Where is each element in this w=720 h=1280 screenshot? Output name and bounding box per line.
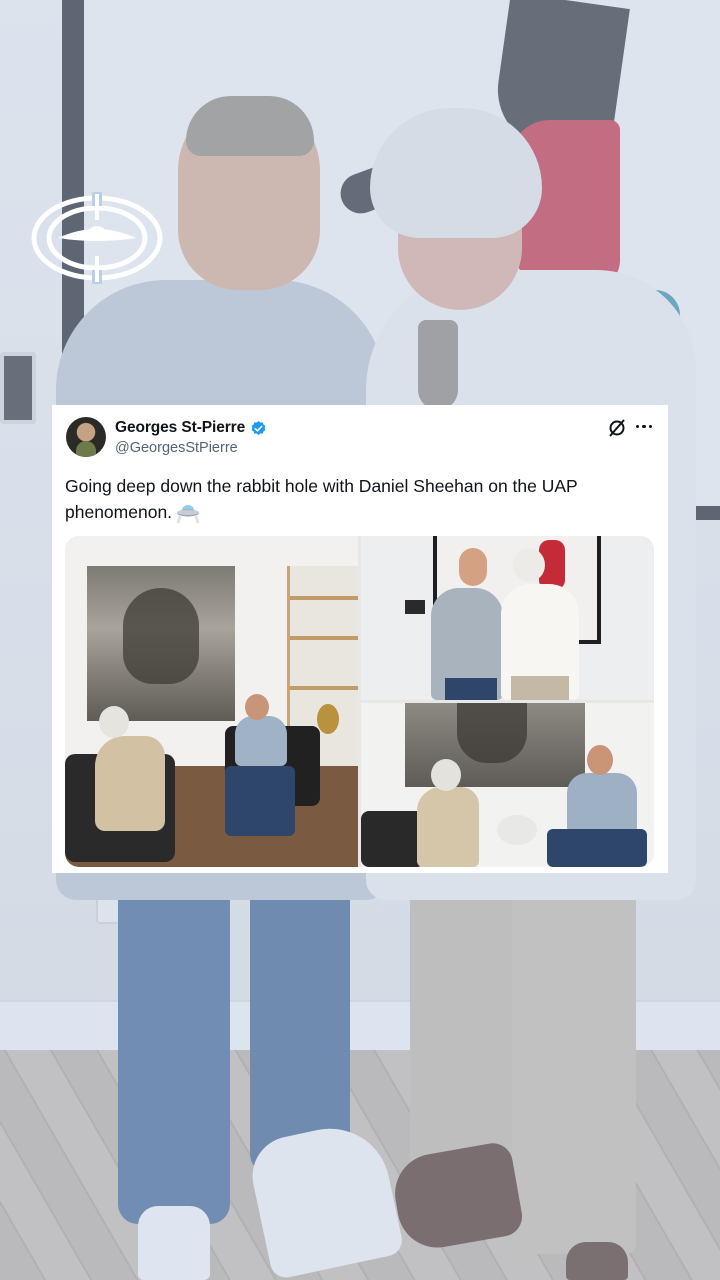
black-sofa (361, 811, 425, 867)
man-in-suit (417, 787, 479, 867)
wall-panel (405, 600, 425, 614)
author-avatar[interactable] (66, 417, 106, 457)
more-options-icon[interactable] (636, 425, 654, 431)
white-hair (99, 706, 129, 738)
man-in-tshirt (235, 716, 287, 766)
gold-sculpture (317, 704, 339, 734)
buddha-face (123, 588, 199, 684)
jeans (445, 678, 497, 700)
jeans (547, 829, 647, 867)
shelf (290, 636, 358, 640)
jeans (225, 766, 295, 836)
face (459, 548, 487, 586)
author-handle[interactable]: @GeorgesStPierre (115, 440, 238, 456)
tweet-text-block: Going deep down the rabbit hole with Dan… (65, 473, 657, 525)
white-hair (431, 759, 461, 791)
side-table (497, 815, 537, 845)
white-hair (513, 548, 545, 582)
tweet-card[interactable]: Georges St-Pierre @GeorgesStPierre Going… (52, 405, 668, 873)
face (245, 694, 269, 720)
buddha-face (457, 703, 527, 763)
shelf (290, 686, 358, 690)
author-name-row: Georges St-Pierre (115, 418, 267, 438)
face (587, 745, 613, 775)
media-interview-wide[interactable] (65, 536, 358, 867)
ufo-orbit-logo-icon (31, 192, 163, 284)
tweet-text: Going deep down the rabbit hole with Dan… (65, 476, 578, 522)
trousers (511, 676, 569, 700)
author-name[interactable]: Georges St-Pierre (115, 419, 245, 437)
media-interview-seated[interactable] (361, 703, 654, 867)
tweet-media-grid (65, 536, 654, 867)
media-standing-portrait[interactable] (361, 536, 654, 700)
flying-saucer-icon (176, 505, 200, 524)
man-in-suit (95, 736, 165, 831)
shelf (290, 596, 358, 600)
verified-badge-icon (251, 420, 266, 435)
grok-icon[interactable] (607, 418, 627, 438)
man-in-tshirt (567, 773, 637, 833)
